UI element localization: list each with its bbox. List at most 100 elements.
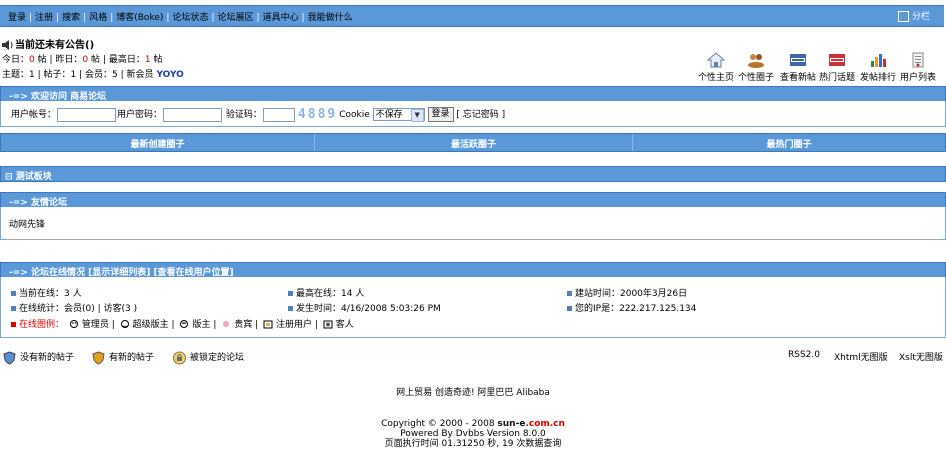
hot-circles[interactable]: 最热门圈子 xyxy=(633,137,945,150)
people-icon xyxy=(748,54,764,68)
online-ip-text: 您的IP是：222.217.125.134 xyxy=(575,304,697,314)
yesterday-count: 0 xyxy=(82,55,89,65)
bullet-icon xyxy=(11,322,16,327)
new-icon xyxy=(790,54,806,66)
topics-count: 1 xyxy=(29,70,35,80)
top-nav: 登录 | 注册 | 搜索 | 风格 | 博客(Boke) | 论坛状态 | 论坛展区 | 道具中心 | 我能做什… xyxy=(0,5,944,27)
shield-icon xyxy=(3,350,16,365)
lock-icon xyxy=(173,351,186,364)
today-unit: 帖 xyxy=(37,55,47,65)
status-no-new: 没有新的帖子 xyxy=(3,350,74,365)
friend-link[interactable]: 动网先锋 xyxy=(9,217,45,230)
yesterday-label: 昨日： xyxy=(55,55,83,65)
quick-users-label: 用户列表 xyxy=(900,73,937,83)
status-has-new-text: 有新的帖子 xyxy=(109,353,155,363)
rss-link[interactable]: RSS2.0 xyxy=(788,350,820,360)
nav-register[interactable]: 注册 xyxy=(35,13,53,23)
quick-rank-label: 发帖排行 xyxy=(860,73,897,83)
quick-hot[interactable]: 热门话题 xyxy=(819,52,855,83)
circles-bar: 最新创建圈子 最活跃圈子 最热门圈子 xyxy=(0,133,946,152)
legend-admin: 管理员 xyxy=(81,320,109,330)
test-board-bar[interactable]: ⊟ 测试板块 xyxy=(0,166,946,182)
collapse-icon: ⊟ xyxy=(5,172,16,182)
online-occurred-text: 发生时间：4/16/2008 5:03:26 PM xyxy=(296,304,441,314)
quick-users[interactable]: 用户列表 xyxy=(900,52,937,83)
max-unit: 帖 xyxy=(153,55,163,65)
password-input[interactable] xyxy=(163,107,223,122)
quick-new[interactable]: 查看新帖 xyxy=(780,52,817,83)
brand-link[interactable]: sun-e.com.cn xyxy=(497,419,565,429)
nav-status[interactable]: 论坛状态 xyxy=(172,13,208,23)
quick-new-label: 查看新帖 xyxy=(780,73,817,83)
posts-label: 帖子： xyxy=(43,70,71,80)
nav-style[interactable]: 风格 xyxy=(89,13,107,23)
friend-panel: 动网先锋 xyxy=(0,207,946,240)
xhtml-link[interactable]: Xhtml无图版 xyxy=(834,350,888,363)
test-board-label: 测试板块 xyxy=(15,172,52,182)
guest-icon xyxy=(323,320,333,329)
password-label: 用户密码： xyxy=(117,110,163,120)
nav-blog[interactable]: 博客(Boke) xyxy=(116,13,163,23)
admin-icon xyxy=(69,320,78,328)
nav-help[interactable]: 我能做什么 xyxy=(308,13,353,23)
xslt-link[interactable]: Xslt无图版 xyxy=(899,350,943,363)
top-nav-items: 登录 | 注册 | 搜索 | 风格 | 博客(Boke) | 论坛状态 | 论坛展区 | 道具中心 | 我能做什… xyxy=(8,13,353,23)
status-locked: 被锁定的论坛 xyxy=(173,350,244,365)
quick-rank[interactable]: 发帖排行 xyxy=(860,52,897,83)
newmember-link[interactable]: YOYO xyxy=(156,70,183,80)
cookie-select[interactable]: 不保存 ▼ xyxy=(372,108,425,122)
newmember-label: 新会员 xyxy=(126,70,154,80)
hot-icon xyxy=(829,54,845,66)
legend-super-mod: 超级版主 xyxy=(132,320,169,330)
announcement-text: 当前还未有公告() xyxy=(15,40,95,51)
chevron-down-icon: ▼ xyxy=(410,109,424,122)
shield-icon xyxy=(92,350,105,365)
login-panel: 用户帐号： 用户密码： 验证码： 4889 Cookie 不保存 ▼ 登录 [ 忘记密码… xyxy=(0,101,946,127)
login-row: 用户帐号： 用户密码： 验证码： 4889 Cookie 不保存 ▼ 登录 [ 忘记密码… xyxy=(11,107,505,122)
members-count: 5 xyxy=(112,70,118,80)
username-input[interactable] xyxy=(57,107,117,122)
stats-line-1: 今日：0 帖 | 昨日：0 帖 | 最高日：1 帖 xyxy=(2,55,163,65)
nav-search[interactable]: 搜索 xyxy=(62,13,80,23)
powered-line: Powered By Dvbbs Version 8.0.0 xyxy=(400,429,546,439)
footer-copyright: Copyright © 2000 - 2008 sun-e.com.cn Pow… xyxy=(0,419,946,449)
posts-count: 1 xyxy=(70,70,77,80)
chart-icon xyxy=(871,54,886,67)
bullet-icon xyxy=(288,291,293,296)
captcha-image: 4889 xyxy=(297,107,338,122)
bullet-icon xyxy=(567,306,572,311)
legend-registered: 注册用户 xyxy=(276,320,313,330)
newest-circles[interactable]: 最新创建圈子 xyxy=(1,137,314,150)
mod-icon xyxy=(180,320,189,328)
online-stat: 在线统计：会员(0) | 访客(3 ) xyxy=(11,301,137,314)
username-label: 用户帐号： xyxy=(11,110,57,120)
captcha-label: 验证码： xyxy=(225,110,262,120)
active-circles[interactable]: 最活跃圈子 xyxy=(315,137,632,150)
login-button[interactable]: 登录 xyxy=(427,107,454,122)
max-label: 最高日： xyxy=(108,55,145,65)
quick-circle-label: 个性圈子 xyxy=(738,73,775,83)
forgot-password-link[interactable]: [ 忘记密码 ] xyxy=(456,110,505,120)
online-ip: 您的IP是：222.217.125.134 xyxy=(567,301,696,314)
split-button[interactable]: 分栏 xyxy=(897,9,930,22)
split-icon xyxy=(897,11,909,22)
status-has-new: 有新的帖子 xyxy=(92,350,154,365)
max-count: 1 xyxy=(144,55,151,65)
footer-slogan[interactable]: 网上贸易 创造奇迹! 阿里巴巴 Alibaba xyxy=(0,385,946,398)
nav-login[interactable]: 登录 xyxy=(8,13,26,23)
test-board-title: ⊟ 测试板块 xyxy=(5,169,52,182)
copyright-text: Copyright © 2000 - 2008 xyxy=(381,419,498,429)
list-icon xyxy=(912,52,924,68)
legend-vip: 贵宾 xyxy=(234,320,253,330)
captcha-input[interactable] xyxy=(262,107,295,122)
online-founded: 建站时间：2000年3月26日 xyxy=(567,286,687,299)
topics-label: 主题： xyxy=(2,70,30,80)
bullet-icon xyxy=(288,306,293,311)
nav-props[interactable]: 道具中心 xyxy=(263,13,299,23)
status-no-new-text: 没有新的帖子 xyxy=(20,353,75,363)
legend-mod: 版主 xyxy=(192,320,211,330)
quick-circle[interactable]: 个性圈子 xyxy=(738,52,775,83)
friend-bar: -=> 友情论坛 xyxy=(0,192,946,208)
quick-home[interactable]: 个性主页 xyxy=(698,52,734,83)
nav-showroom[interactable]: 论坛展区 xyxy=(218,13,254,23)
